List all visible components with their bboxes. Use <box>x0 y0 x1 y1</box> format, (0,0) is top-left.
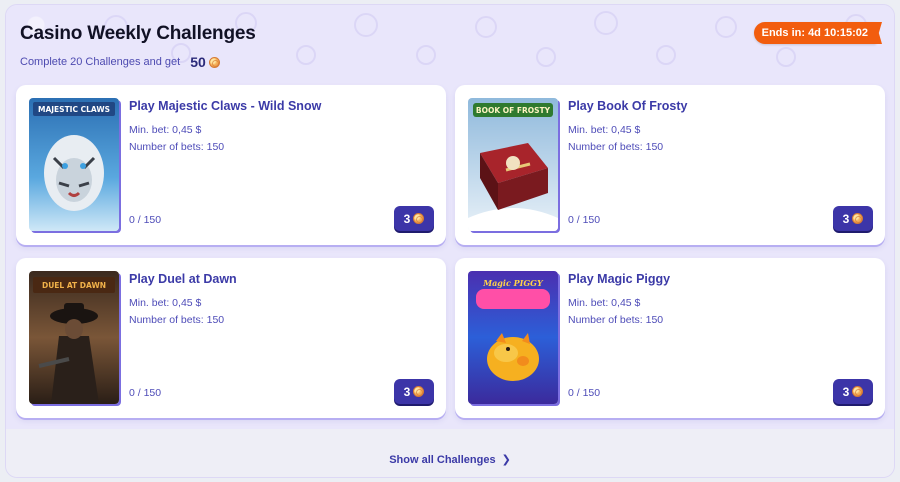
thumbnail-logo-text: DUEL AT DAWN <box>42 281 106 290</box>
reward-button[interactable]: 3 <box>833 206 873 231</box>
min-bet: Min. bet: 0,45 $ <box>129 124 202 136</box>
weekly-challenges-panel: Casino Weekly Challenges Complete 20 Cha… <box>5 4 895 478</box>
total-reward-amount: 50 <box>190 54 206 70</box>
game-thumbnail-book-of-frosty[interactable]: BOOK OF FROSTY <box>468 98 558 231</box>
challenge-card[interactable]: Magic PIGGY Play Magic Piggy Min. bet: 0… <box>455 258 885 418</box>
challenge-title[interactable]: Play Majestic Claws - Wild Snow <box>129 99 321 113</box>
summary-text: Complete 20 Challenges and get <box>20 56 181 68</box>
reward-button[interactable]: 3 <box>394 379 434 404</box>
coin-icon <box>852 386 864 397</box>
chevron-right-icon: ❯ <box>501 454 511 466</box>
reward-amount: 3 <box>403 211 411 226</box>
challenge-card[interactable]: DUEL AT DAWN Play Duel at Dawn Min. bet:… <box>16 258 446 418</box>
game-thumbnail-magic-piggy[interactable]: Magic PIGGY <box>468 271 558 404</box>
challenge-progress: 0 / 150 <box>129 387 162 399</box>
number-of-bets: Number of bets: 150 <box>568 314 664 326</box>
number-of-bets: Number of bets: 150 <box>129 314 225 326</box>
show-all-label[interactable]: Show all Challenges <box>389 454 495 466</box>
reward-button[interactable]: 3 <box>394 206 434 231</box>
thumbnail-logo-text: Magic PIGGY <box>482 278 544 288</box>
show-all-challenges-link[interactable]: Show all Challenges ❯ <box>6 453 894 466</box>
coin-icon <box>852 213 864 224</box>
coin-icon <box>208 56 220 68</box>
challenge-card[interactable]: BOOK OF FROSTY Play Book Of Frosty Min. … <box>455 85 885 245</box>
thumbnail-logo-text: BOOK OF FROSTY <box>476 106 551 115</box>
thumbnail-logo-text: MAJESTIC CLAWS <box>38 105 110 114</box>
coin-icon <box>413 386 425 397</box>
game-thumbnail-majestic-claws[interactable]: MAJESTIC CLAWS <box>29 98 119 231</box>
reward-button[interactable]: 3 <box>833 379 873 404</box>
challenge-summary: Complete 20 Challenges and get 50 <box>20 54 220 70</box>
challenge-progress: 0 / 150 <box>568 214 601 226</box>
min-bet: Min. bet: 0,45 $ <box>568 297 641 309</box>
challenge-title[interactable]: Play Book Of Frosty <box>568 99 687 113</box>
challenge-card[interactable]: MAJESTIC CLAWS Play Majestic Claws - Wil… <box>16 85 446 245</box>
reward-amount: 3 <box>842 384 850 399</box>
reward-amount: 3 <box>842 211 850 226</box>
challenge-title[interactable]: Play Duel at Dawn <box>129 272 237 286</box>
coin-icon <box>413 213 425 224</box>
game-thumbnail-duel-at-dawn[interactable]: DUEL AT DAWN <box>29 271 119 404</box>
number-of-bets: Number of bets: 150 <box>129 141 225 153</box>
challenge-progress: 0 / 150 <box>568 387 601 399</box>
challenge-progress: 0 / 150 <box>129 214 162 226</box>
number-of-bets: Number of bets: 150 <box>568 141 664 153</box>
challenge-title[interactable]: Play Magic Piggy <box>568 272 670 286</box>
min-bet: Min. bet: 0,45 $ <box>129 297 202 309</box>
reward-amount: 3 <box>403 384 411 399</box>
min-bet: Min. bet: 0,45 $ <box>568 124 641 136</box>
countdown-badge: Ends in: 4d 10:15:02 <box>753 22 876 44</box>
page-title: Casino Weekly Challenges <box>20 23 256 44</box>
